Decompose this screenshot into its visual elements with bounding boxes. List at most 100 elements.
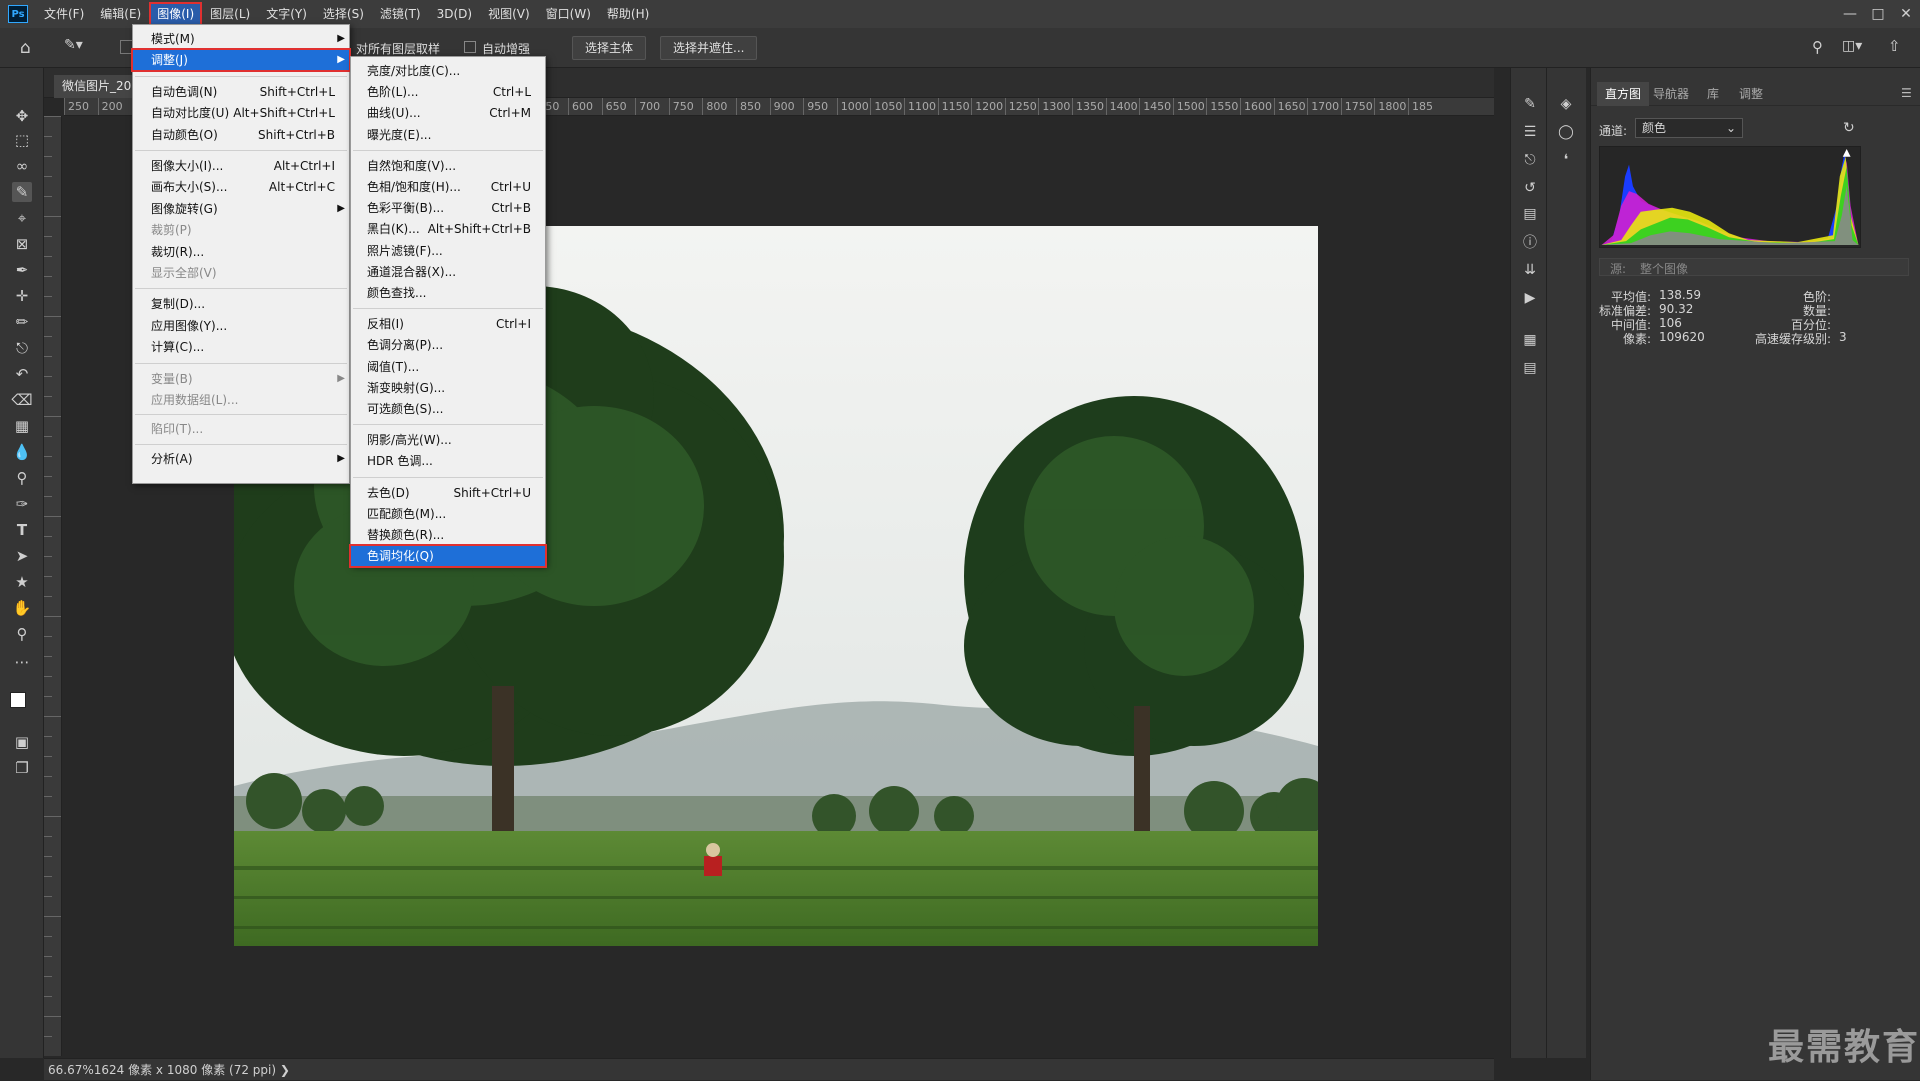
workspace-icon[interactable]: ◫▾ xyxy=(1842,38,1862,54)
quick-selection-preset-icon[interactable]: ✎▾ xyxy=(64,37,94,59)
adjustment-menu-item[interactable]: 黑白(K)... Alt+Shift+Ctrl+B xyxy=(351,219,545,239)
image-menu-item[interactable]: 自动对比度(U) Alt+Shift+Ctrl+L xyxy=(133,103,349,123)
adjustment-menu-item[interactable]: 色相/饱和度(H)... Ctrl+U xyxy=(351,177,545,197)
panel-tab-1[interactable]: 导航器 xyxy=(1645,82,1697,106)
foreground-color-swatch[interactable] xyxy=(10,692,26,708)
blur-tool-icon[interactable]: 💧 xyxy=(12,442,32,462)
search-icon[interactable]: ⚲ xyxy=(1812,38,1823,56)
image-menu-item[interactable]: 分析(A) ▶ xyxy=(133,449,349,469)
menu-6[interactable]: 滤镜(T) xyxy=(374,4,427,24)
type-tool-icon[interactable]: T xyxy=(12,520,32,540)
channel-select[interactable]: 颜色 ⌄ xyxy=(1635,118,1743,138)
image-menu-item[interactable]: 图像大小(I)... Alt+Ctrl+I xyxy=(133,156,349,176)
document-info[interactable]: 1624 像素 x 1080 像素 (72 ppi) xyxy=(94,1063,276,1077)
status-arrow-icon[interactable]: ❯ xyxy=(276,1063,290,1077)
panel-tab-2[interactable]: 库 xyxy=(1699,82,1727,106)
adjustment-menu-item[interactable]: 可选颜色(S)... xyxy=(351,399,545,419)
paths-panel-icon[interactable]: ❛ xyxy=(1556,150,1576,170)
photoshop-logo-icon[interactable]: Ps xyxy=(8,5,28,23)
adjustment-menu-item[interactable]: 去色(D) Shift+Ctrl+U xyxy=(351,483,545,503)
adjustment-menu-item[interactable]: 替换颜色(R)... xyxy=(351,525,545,545)
quick-selection-tool-icon[interactable]: ✎ xyxy=(12,182,32,202)
brush-settings-icon[interactable]: ✎ xyxy=(1520,94,1540,114)
info-icon[interactable]: ⓘ xyxy=(1520,232,1540,252)
source-select[interactable]: 源: 整个图像 xyxy=(1599,258,1909,276)
adjustment-menu-item[interactable]: 亮度/对比度(C)... xyxy=(351,61,545,81)
clone-stamp-icon[interactable]: ⎋ xyxy=(12,338,32,358)
menu-8[interactable]: 视图(V) xyxy=(482,4,536,24)
healing-brush-icon[interactable]: ✛ xyxy=(12,286,32,306)
adjustment-menu-item[interactable]: 颜色查找... xyxy=(351,283,545,303)
adjustment-menu-item[interactable]: 阈值(T)... xyxy=(351,357,545,377)
properties-icon[interactable]: ☰ xyxy=(1520,122,1540,142)
menu-2[interactable]: 图像(I) xyxy=(149,2,203,26)
panel-tab-3[interactable]: 调整 xyxy=(1731,82,1771,106)
eraser-tool-icon[interactable]: ⌫ xyxy=(11,390,32,410)
actions-play-icon[interactable]: ▶ xyxy=(1520,288,1540,308)
menu-0[interactable]: 文件(F) xyxy=(38,4,90,24)
adjustment-menu-item[interactable]: 色调均化(Q) xyxy=(349,544,547,569)
maximize-icon[interactable]: □ xyxy=(1864,0,1892,28)
notes-icon[interactable]: ▤ xyxy=(1520,358,1540,378)
refresh-icon[interactable]: ↻ xyxy=(1843,120,1855,136)
close-icon[interactable]: ✕ xyxy=(1892,0,1920,28)
screen-mode-icon[interactable]: ❐ xyxy=(12,758,32,778)
adjustment-menu-item[interactable]: 渐变映射(G)... xyxy=(351,378,545,398)
adjustment-menu-item[interactable]: 色调分离(P)... xyxy=(351,335,545,355)
adjustment-menu-item[interactable]: 匹配颜色(M)... xyxy=(351,504,545,524)
path-selection-icon[interactable]: ➤ xyxy=(12,546,32,566)
zoom-level[interactable]: 66.67% xyxy=(48,1063,94,1077)
brush-tool-icon[interactable]: ✏ xyxy=(12,312,32,332)
menu-1[interactable]: 编辑(E) xyxy=(94,4,147,24)
share-icon[interactable]: ⇧ xyxy=(1888,37,1901,55)
more-tools-icon[interactable]: ⋯ xyxy=(12,652,32,672)
paths-icon[interactable]: ⇊ xyxy=(1520,260,1540,280)
glyphs-icon[interactable]: ▤ xyxy=(1520,204,1540,224)
quick-mask-icon[interactable]: ▣ xyxy=(12,732,32,752)
history-brush-icon[interactable]: ↶ xyxy=(12,364,32,384)
auto-enhance-checkbox[interactable] xyxy=(464,41,476,53)
crop-tool-icon[interactable]: ⌖ xyxy=(12,208,32,228)
adjustment-menu-item[interactable]: 通道混合器(X)... xyxy=(351,262,545,282)
history-icon[interactable]: ↺ xyxy=(1520,178,1540,198)
move-tool-icon[interactable]: ✥ xyxy=(12,106,32,126)
home-icon[interactable]: ⌂ xyxy=(20,38,31,58)
shape-tool-icon[interactable]: ★ xyxy=(12,572,32,592)
adjustment-menu-item[interactable]: 反相(I) Ctrl+I xyxy=(351,314,545,334)
panel-tab-0[interactable]: 直方图 xyxy=(1597,82,1650,106)
image-menu-item[interactable]: 自动颜色(O) Shift+Ctrl+B xyxy=(133,125,349,145)
image-menu-item[interactable]: 画布大小(S)... Alt+Ctrl+C xyxy=(133,177,349,197)
menu-7[interactable]: 3D(D) xyxy=(431,4,478,24)
adjustment-menu-item[interactable]: 自然饱和度(V)... xyxy=(351,156,545,176)
layers-icon[interactable]: ◈ xyxy=(1556,94,1576,114)
clone-source-icon[interactable]: ⎋ xyxy=(1520,150,1540,170)
frame-tool-icon[interactable]: ⊠ xyxy=(12,234,32,254)
marquee-tool-icon[interactable]: ⬚ xyxy=(12,130,32,150)
eyedropper-tool-icon[interactable]: ✒ xyxy=(12,260,32,280)
panel-menu-icon[interactable]: ☰ xyxy=(1901,86,1912,100)
layer-comps-icon[interactable]: ▦ xyxy=(1520,330,1540,350)
lasso-tool-icon[interactable]: ∞ xyxy=(12,156,32,176)
adjustment-menu-item[interactable]: 曝光度(E)... xyxy=(351,125,545,145)
image-menu-item[interactable]: 计算(C)... xyxy=(133,337,349,357)
adjustment-menu-item[interactable]: 色阶(L)... Ctrl+L xyxy=(351,82,545,102)
menu-4[interactable]: 文字(Y) xyxy=(260,4,313,24)
adjustment-menu-item[interactable]: 阴影/高光(W)... xyxy=(351,430,545,450)
image-menu-item[interactable]: 调整(J) ▶ xyxy=(131,48,351,73)
zoom-tool-icon[interactable]: ⚲ xyxy=(12,624,32,644)
channels-icon[interactable]: ◯ xyxy=(1556,122,1576,142)
menu-10[interactable]: 帮助(H) xyxy=(601,4,655,24)
gradient-tool-icon[interactable]: ▦ xyxy=(12,416,32,436)
adjustment-menu-item[interactable]: 曲线(U)... Ctrl+M xyxy=(351,103,545,123)
menu-3[interactable]: 图层(L) xyxy=(204,4,256,24)
minimize-icon[interactable]: — xyxy=(1836,0,1864,28)
dodge-tool-icon[interactable]: ⚲ xyxy=(12,468,32,488)
menu-9[interactable]: 窗口(W) xyxy=(540,4,597,24)
adjustment-menu-item[interactable]: 照片滤镜(F)... xyxy=(351,241,545,261)
image-menu-item[interactable]: 模式(M) ▶ xyxy=(133,29,349,49)
menu-5[interactable]: 选择(S) xyxy=(317,4,370,24)
image-menu-item[interactable]: 裁切(R)... xyxy=(133,242,349,262)
image-menu-item[interactable]: 复制(D)... xyxy=(133,294,349,314)
image-menu-item[interactable]: 自动色调(N) Shift+Ctrl+L xyxy=(133,82,349,102)
select-and-mask-button[interactable]: 选择并遮住... xyxy=(660,36,758,60)
